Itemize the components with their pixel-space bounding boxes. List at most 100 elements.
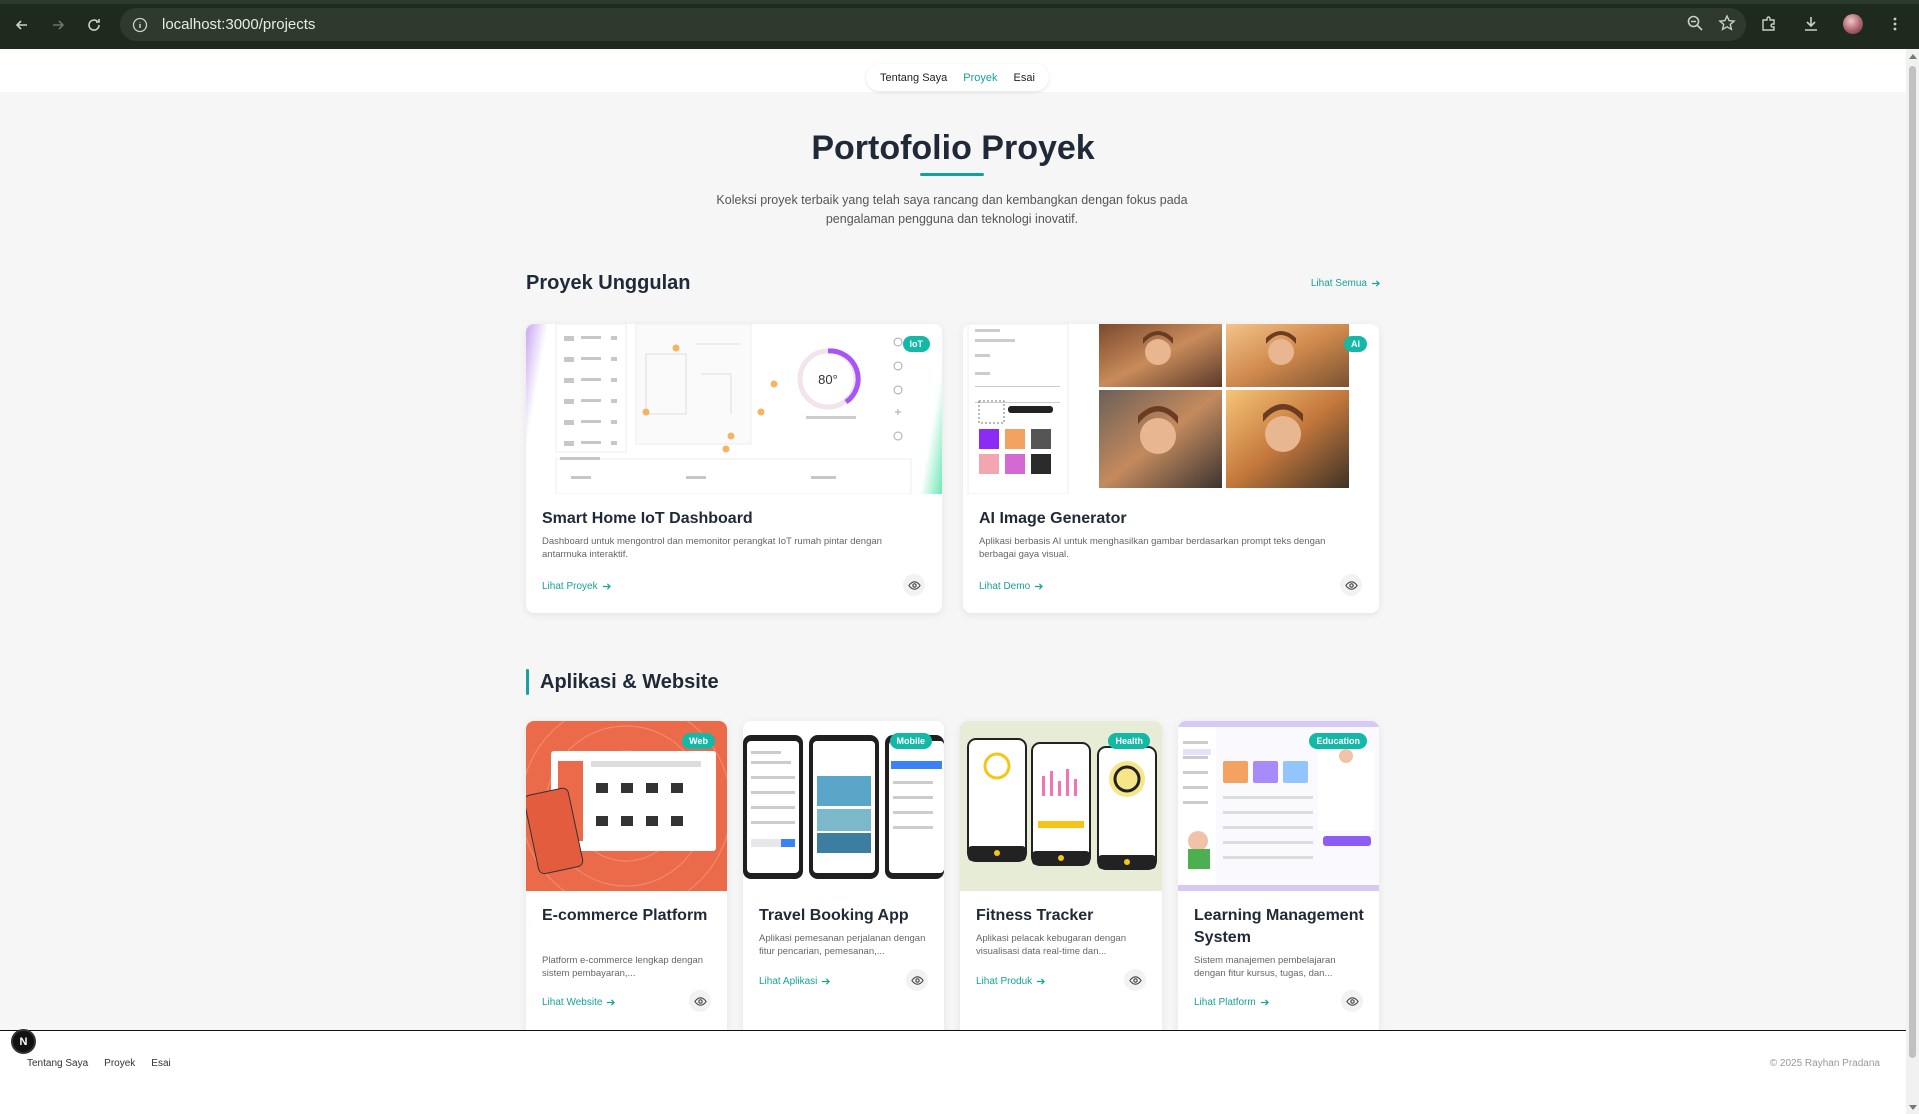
eye-icon <box>907 580 921 590</box>
preview-button[interactable] <box>1124 969 1146 991</box>
card-title: Fitness Tracker <box>976 907 1094 924</box>
nextjs-dev-indicator[interactable]: N <box>11 1029 36 1054</box>
kebab-menu-icon <box>1893 17 1897 31</box>
link-label: Lihat Aplikasi <box>759 976 818 987</box>
nav-tentang-saya[interactable]: Tentang Saya <box>880 72 947 84</box>
badge-ai: AI <box>1344 336 1367 352</box>
app-card-travel[interactable]: Mobile Travel Booking App Aplikasi pemes… <box>743 721 944 1041</box>
card-title: E-commerce Platform <box>542 907 708 924</box>
link-label: Lihat Website <box>542 997 603 1008</box>
apps-section-header: Aplikasi & Website <box>526 669 719 695</box>
arrow-right-icon <box>1035 583 1044 590</box>
profile-button[interactable] <box>1837 8 1869 40</box>
reload-icon <box>88 18 100 31</box>
ecommerce-thumbnail: Web <box>526 721 727 891</box>
downloads-button[interactable] <box>1795 8 1827 40</box>
apps-heading: Aplikasi & Website <box>540 670 719 693</box>
card-description: Aplikasi pemesanan perjalanan dengan fit… <box>759 933 926 957</box>
arrow-right-icon <box>607 999 616 1006</box>
ai-generator-illustration <box>967 324 1349 494</box>
smart-home-thumbnail: 80° IoT <box>526 324 942 494</box>
scroll-down-arrow[interactable] <box>1909 1105 1917 1110</box>
card-title: AI Image Generator <box>979 510 1127 527</box>
nav-proyek[interactable]: Proyek <box>963 72 997 84</box>
travel-thumbnail: Mobile <box>743 721 944 891</box>
app-card-lms[interactable]: Education Learning Management System Sis… <box>1178 721 1379 1041</box>
link-label: Lihat Proyek <box>542 581 598 592</box>
arrow-right-icon <box>1260 999 1269 1006</box>
page-title: Portofolio Proyek <box>811 129 1095 167</box>
link-label: Lihat Produk <box>976 976 1033 987</box>
card-description: Aplikasi berbasis AI untuk menghasilkan … <box>979 536 1326 560</box>
copyright: © 2025 Rayhan Pradana <box>1769 1058 1880 1069</box>
address-bar[interactable]: localhost:3000/projects <box>120 8 1746 41</box>
scrollbar-thumb[interactable] <box>1909 66 1916 1058</box>
preview-button[interactable] <box>906 969 928 991</box>
page-subtitle: Koleksi proyek terbaik yang telah saya r… <box>716 193 1188 226</box>
eye-icon <box>910 975 924 985</box>
dashboard-illustration: 80° <box>555 324 912 494</box>
footer: Tentang Saya Proyek Esai © 2025 Rayhan P… <box>0 1030 1906 1114</box>
site-info-icon[interactable] <box>130 15 150 35</box>
preview-button[interactable] <box>689 990 711 1012</box>
footer-link-tentang-saya[interactable]: Tentang Saya <box>27 1058 88 1069</box>
card-description: Platform e-commerce lengkap dengan siste… <box>542 955 704 979</box>
card-title: Learning Management System <box>1194 907 1364 946</box>
view-platform-link[interactable]: Lihat Platform <box>1194 997 1269 1008</box>
card-title: Travel Booking App <box>759 907 909 924</box>
arrow-right-icon <box>1371 280 1380 287</box>
featured-card-smart-home[interactable]: 80° IoT Smart Home IoT Dashboard Dashboa… <box>526 324 942 613</box>
menu-button[interactable] <box>1879 8 1911 40</box>
preview-button[interactable] <box>1341 990 1363 1012</box>
app-card-fitness[interactable]: Health Fitness Tracker Aplikasi pelacak … <box>960 721 1162 1041</box>
card-description: Sistem manajemen pembelajaran dengan fit… <box>1194 955 1336 979</box>
view-app-link[interactable]: Lihat Aplikasi <box>759 976 831 987</box>
zoom-icon[interactable] <box>1686 14 1704 37</box>
featured-heading: Proyek Unggulan <box>526 272 691 294</box>
eye-icon <box>693 996 707 1006</box>
featured-section-header: Proyek Unggulan Lihat Semua <box>526 272 1380 295</box>
card-description: Aplikasi pelacak kebugaran dengan visual… <box>976 933 1126 957</box>
scroll-up-arrow[interactable] <box>1909 54 1917 59</box>
footer-link-proyek[interactable]: Proyek <box>104 1058 135 1069</box>
main-nav: Tentang Saya Proyek Esai <box>866 64 1049 91</box>
link-label: Lihat Demo <box>979 581 1031 592</box>
profile-avatar <box>1843 14 1863 34</box>
bookmark-star-icon[interactable] <box>1718 14 1736 37</box>
nav-esai[interactable]: Esai <box>1014 72 1035 84</box>
eye-icon <box>1128 975 1142 985</box>
badge-health: Health <box>1108 733 1150 749</box>
reload-button[interactable] <box>76 7 112 43</box>
preview-button[interactable] <box>903 574 925 596</box>
eye-icon <box>1345 996 1359 1006</box>
view-project-link[interactable]: Lihat Proyek <box>542 581 611 592</box>
view-website-link[interactable]: Lihat Website <box>542 997 616 1008</box>
arrow-left-icon <box>15 19 27 30</box>
ai-image-thumbnail: AI <box>963 324 1379 494</box>
see-all-link[interactable]: Lihat Semua <box>1311 278 1380 289</box>
puzzle-icon <box>1762 16 1775 31</box>
url-text: localhost:3000/projects <box>162 16 316 33</box>
eye-icon <box>1344 580 1358 590</box>
section-accent-bar <box>526 669 529 695</box>
featured-card-ai-image[interactable]: AI AI Image Generator Aplikasi berbasis … <box>963 324 1379 613</box>
view-product-link[interactable]: Lihat Produk <box>976 976 1046 987</box>
extensions-button[interactable] <box>1753 8 1785 40</box>
page-scrollbar[interactable] <box>1906 49 1919 1114</box>
page-content: Tentang Saya Proyek Esai Portofolio Proy… <box>0 49 1906 1114</box>
preview-button[interactable] <box>1340 574 1362 596</box>
lms-thumbnail: Education <box>1178 721 1379 891</box>
view-demo-link[interactable]: Lihat Demo <box>979 581 1044 592</box>
download-icon <box>1805 17 1817 31</box>
app-card-ecommerce[interactable]: Web E-commerce Platform Platform e-comme… <box>526 721 727 1041</box>
footer-link-esai[interactable]: Esai <box>151 1058 170 1069</box>
forward-button[interactable] <box>40 7 76 43</box>
footer-links: Tentang Saya Proyek Esai <box>27 1058 171 1069</box>
tab-strip-edge <box>0 0 1919 4</box>
badge-mobile: Mobile <box>889 733 932 749</box>
back-button[interactable] <box>4 7 40 43</box>
arrow-right-icon <box>602 583 611 590</box>
browser-toolbar: localhost:3000/projects <box>0 0 1919 49</box>
thermostat-value: 80° <box>818 372 838 387</box>
badge-web: Web <box>682 733 715 749</box>
